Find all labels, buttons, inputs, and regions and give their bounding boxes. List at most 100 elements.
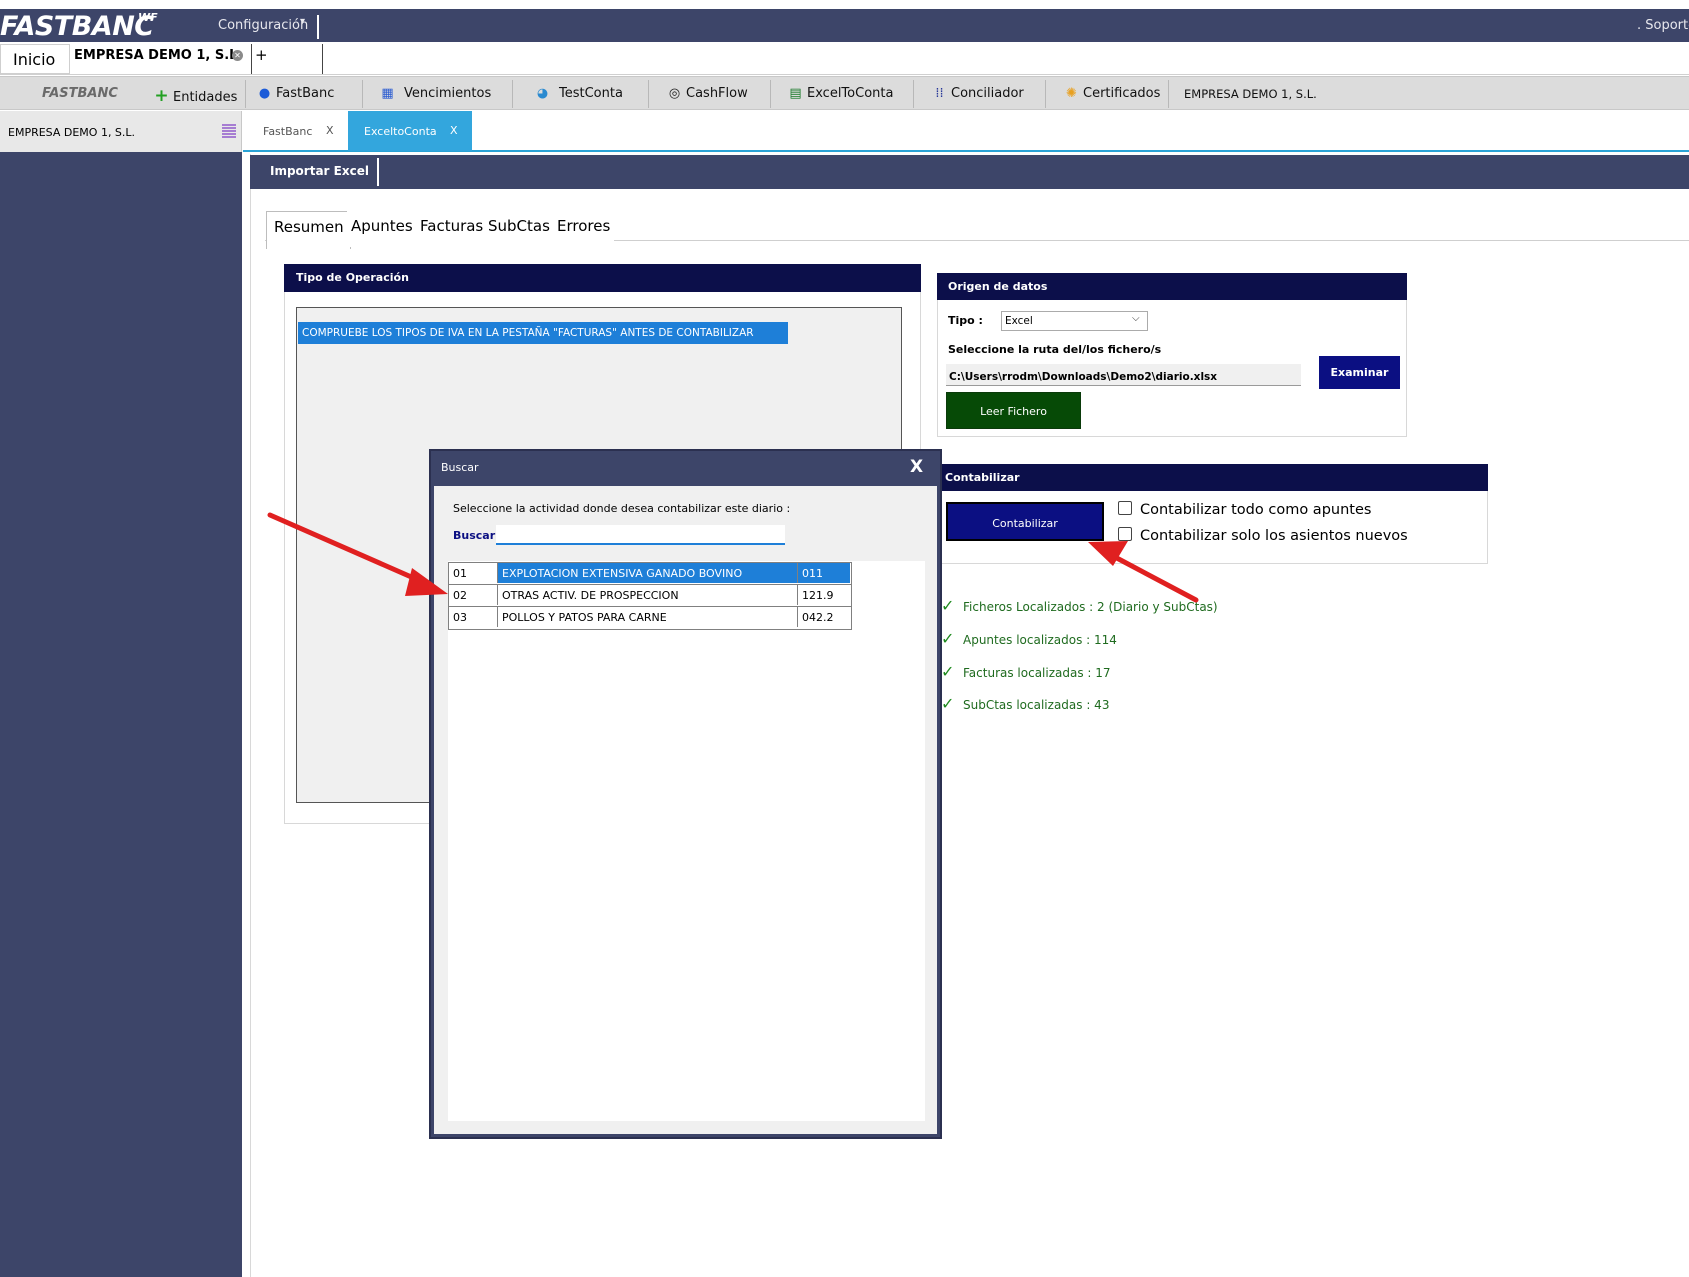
contabilizar-button[interactable]: Contabilizar (946, 502, 1104, 541)
leer-fichero-button[interactable]: Leer Fichero (946, 392, 1081, 429)
toolbar-divider (245, 80, 246, 108)
toolbar-label: TestConta (559, 86, 623, 101)
list-menu-icon[interactable] (221, 123, 237, 139)
cell-name: OTRAS ACTIV. DE PROSPECCION (498, 585, 798, 605)
list-item[interactable]: COMPRUEBE LOS TIPOS DE IVA EN LA PESTAÑA… (298, 322, 788, 344)
tab-facturas[interactable]: Facturas (416, 211, 488, 247)
search-input[interactable] (496, 525, 785, 545)
table-row[interactable]: 02 OTRAS ACTIV. DE PROSPECCION 121.9 (448, 584, 852, 608)
tipo-select[interactable]: Excel (1001, 311, 1148, 331)
app-logo-suffix: WF (138, 11, 158, 24)
toolbar-label: ExcelToConta (807, 86, 894, 101)
ruta-label: Seleccione la ruta del/los fichero/s (948, 343, 1162, 356)
grid-icon: ⁞⁞ (935, 86, 944, 101)
tab-resumen[interactable]: Resumen (266, 211, 351, 249)
status-apuntes: ✓ Apuntes localizados : 114 (941, 629, 1117, 648)
menu-configuracion[interactable]: Configuración (218, 18, 308, 33)
toolbar-brand: FASTBANC (42, 86, 118, 101)
app-logo: FASTBANC (0, 11, 154, 42)
sidebar-company: EMPRESA DEMO 1, S.L. (0, 111, 242, 152)
checkmark-icon: ✓ (941, 662, 955, 681)
option-asientos-nuevos[interactable]: Contabilizar solo los asientos nuevos (1118, 527, 1408, 544)
tab-errores[interactable]: Errores (553, 211, 615, 247)
checkmark-icon: ✓ (941, 596, 955, 615)
toolbar-label: Certificados (1083, 86, 1161, 101)
contabilizar-title: Contabilizar (937, 464, 1488, 491)
tipo-label: Tipo : (948, 314, 983, 327)
toolbar-vencimientos[interactable]: ▦ Vencimientos (380, 86, 491, 101)
checkbox[interactable] (1118, 501, 1132, 515)
chevron-down-icon[interactable]: ⌵ (1132, 313, 1140, 324)
cell-name: EXPLOTACION EXTENSIVA GANADO BOVINO (498, 563, 798, 583)
status-text: Apuntes localizados : 114 (963, 633, 1117, 647)
excel-icon: ▤ (789, 86, 802, 101)
tipo-operacion-title: Tipo de Operación (284, 264, 921, 292)
checkmark-icon: ✓ (941, 694, 955, 713)
option-todo-apuntes[interactable]: Contabilizar todo como apuntes (1118, 501, 1371, 518)
cell-ref: 042.2 (802, 611, 834, 624)
status-facturas: ✓ Facturas localizadas : 17 (941, 662, 1111, 681)
toolbar-conciliador[interactable]: ⁞⁞ Conciliador (932, 86, 1024, 101)
table-row[interactable]: 03 POLLOS Y PATOS PARA CARNE 042.2 (448, 606, 852, 630)
tab-fastbanc[interactable]: FastBanc (255, 111, 348, 151)
import-toolbar (250, 155, 1689, 189)
cell-ref: 011 (798, 563, 850, 583)
table-row[interactable]: 01 EXPLOTACION EXTENSIVA GANADO BOVINO 0… (448, 562, 852, 586)
dialog-close-button[interactable]: X (910, 457, 923, 477)
dialog-title: Buscar (441, 461, 479, 474)
ruta-input[interactable] (946, 364, 1301, 386)
toolbar-fastbanc[interactable]: ● FastBanc (257, 86, 335, 101)
tab-apuntes[interactable]: Apuntes (347, 211, 417, 247)
toolbar-certificados[interactable]: ✺ Certificados (1064, 86, 1160, 101)
status-ficheros: ✓ Ficheros Localizados : 2 (Diario y SubC… (941, 596, 1218, 615)
toolbar-divider (377, 158, 379, 186)
sidebar (0, 111, 242, 1277)
toolbar-exceltoconta[interactable]: ▤ ExcelToConta (788, 86, 893, 101)
tab-close-exceltoconta[interactable]: X (450, 124, 458, 137)
status-text: Facturas localizadas : 17 (963, 666, 1111, 680)
toolbar-divider (770, 80, 771, 108)
checkmark-icon: ✓ (941, 629, 955, 648)
search-label: Buscar (453, 529, 496, 542)
cell-code: 03 (449, 607, 498, 627)
toolbar-label: FastBanc (276, 86, 335, 101)
toolbar-divider (648, 80, 649, 108)
dialog-prompt: Seleccione la actividad donde desea cont… (453, 502, 791, 515)
toolbar-divider (913, 80, 914, 108)
toolbar-label: Conciliador (951, 86, 1024, 101)
importar-excel-button[interactable]: Importar Excel (270, 164, 369, 178)
close-icon[interactable]: ✕ (232, 50, 243, 61)
tab-subctas[interactable]: SubCtas (484, 211, 554, 247)
origen-datos-title: Origen de datos (937, 273, 1407, 300)
cell-code: 01 (449, 563, 498, 583)
toolbar-testconta[interactable]: ◕ TestConta (535, 86, 623, 101)
toolbar-entidades[interactable]: + Entidades (154, 86, 237, 106)
chevron-down-icon[interactable]: ▾ (300, 16, 305, 27)
cell-ref: 121.9 (802, 589, 834, 602)
status-text: SubCtas localizadas : 43 (963, 698, 1110, 712)
status-subctas: ✓ SubCtas localizadas : 43 (941, 694, 1109, 713)
toolbar-label: Entidades (173, 90, 238, 105)
cell-code: 02 (449, 585, 498, 605)
toolbar-divider (512, 80, 513, 108)
toolbar-divider (362, 80, 363, 108)
menu-divider (317, 15, 319, 39)
toolbar-label: Vencimientos (404, 86, 492, 101)
checkbox[interactable] (1118, 527, 1132, 541)
money-icon: ◎ (668, 86, 681, 101)
add-tab-button[interactable]: + (251, 44, 323, 74)
menu-soporte[interactable]: . Soporte (1637, 18, 1689, 33)
apple-icon: ● (258, 86, 271, 101)
calendar-icon: ▦ (381, 86, 394, 101)
checkbox-label: Contabilizar todo como apuntes (1140, 502, 1372, 518)
doc-tab-company[interactable]: EMPRESA DEMO 1, S.L. (70, 44, 250, 74)
toolbar-cashflow[interactable]: ◎ CashFlow (667, 86, 748, 101)
actividad-grid (448, 561, 925, 1121)
doc-tab-inicio[interactable]: Inicio (0, 44, 70, 74)
tab-close-fastbanc[interactable]: X (326, 124, 334, 137)
check-globe-icon: ◕ (536, 86, 549, 101)
examinar-button[interactable]: Examinar (1319, 356, 1400, 389)
status-text: Ficheros Localizados : 2 (Diario y SubCt… (963, 600, 1218, 614)
toolbar-company: EMPRESA DEMO 1, S.L. (1184, 87, 1317, 101)
certificate-icon: ✺ (1066, 86, 1077, 101)
